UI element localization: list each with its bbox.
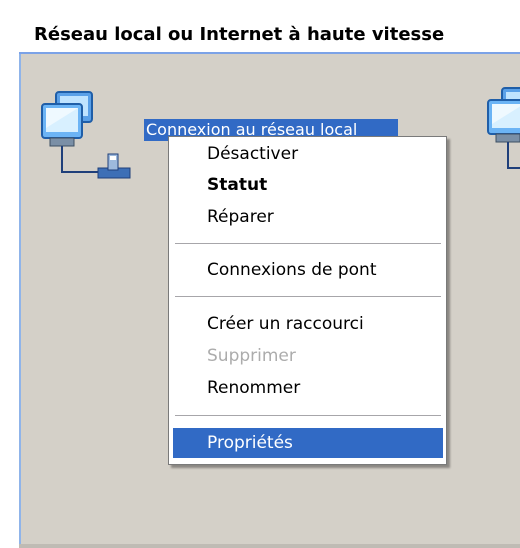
menu-separator xyxy=(175,296,441,298)
monitor-network-icon xyxy=(487,87,520,169)
menu-separator xyxy=(175,243,441,245)
menu-separator xyxy=(175,415,441,417)
monitor-network-icon xyxy=(41,91,131,179)
menu-item-connexions-de-pont[interactable]: Connexions de pont xyxy=(173,255,443,285)
menu-item-creer-raccourci[interactable]: Créer un raccourci xyxy=(173,309,443,339)
context-menu: Désactiver Statut Réparer Connexions de … xyxy=(168,136,447,465)
network-connections-window: Réseau local ou Internet à haute vitesse… xyxy=(0,0,520,548)
network-connection-icon-partial[interactable] xyxy=(482,80,520,180)
menu-item-desactiver[interactable]: Désactiver xyxy=(173,139,443,169)
menu-item-reparer[interactable]: Réparer xyxy=(173,202,443,232)
menu-item-supprimer: Supprimer xyxy=(207,346,296,366)
group-header: Réseau local ou Internet à haute vitesse xyxy=(19,18,520,54)
menu-item-statut[interactable]: Statut xyxy=(173,170,443,200)
pane-bottom-edge xyxy=(19,544,520,548)
menu-item-renommer[interactable]: Renommer xyxy=(173,373,443,403)
group-title: Réseau local ou Internet à haute vitesse xyxy=(34,24,445,45)
network-connection-icon[interactable] xyxy=(36,84,142,184)
menu-item-proprietes[interactable]: Propriétés xyxy=(173,428,443,458)
